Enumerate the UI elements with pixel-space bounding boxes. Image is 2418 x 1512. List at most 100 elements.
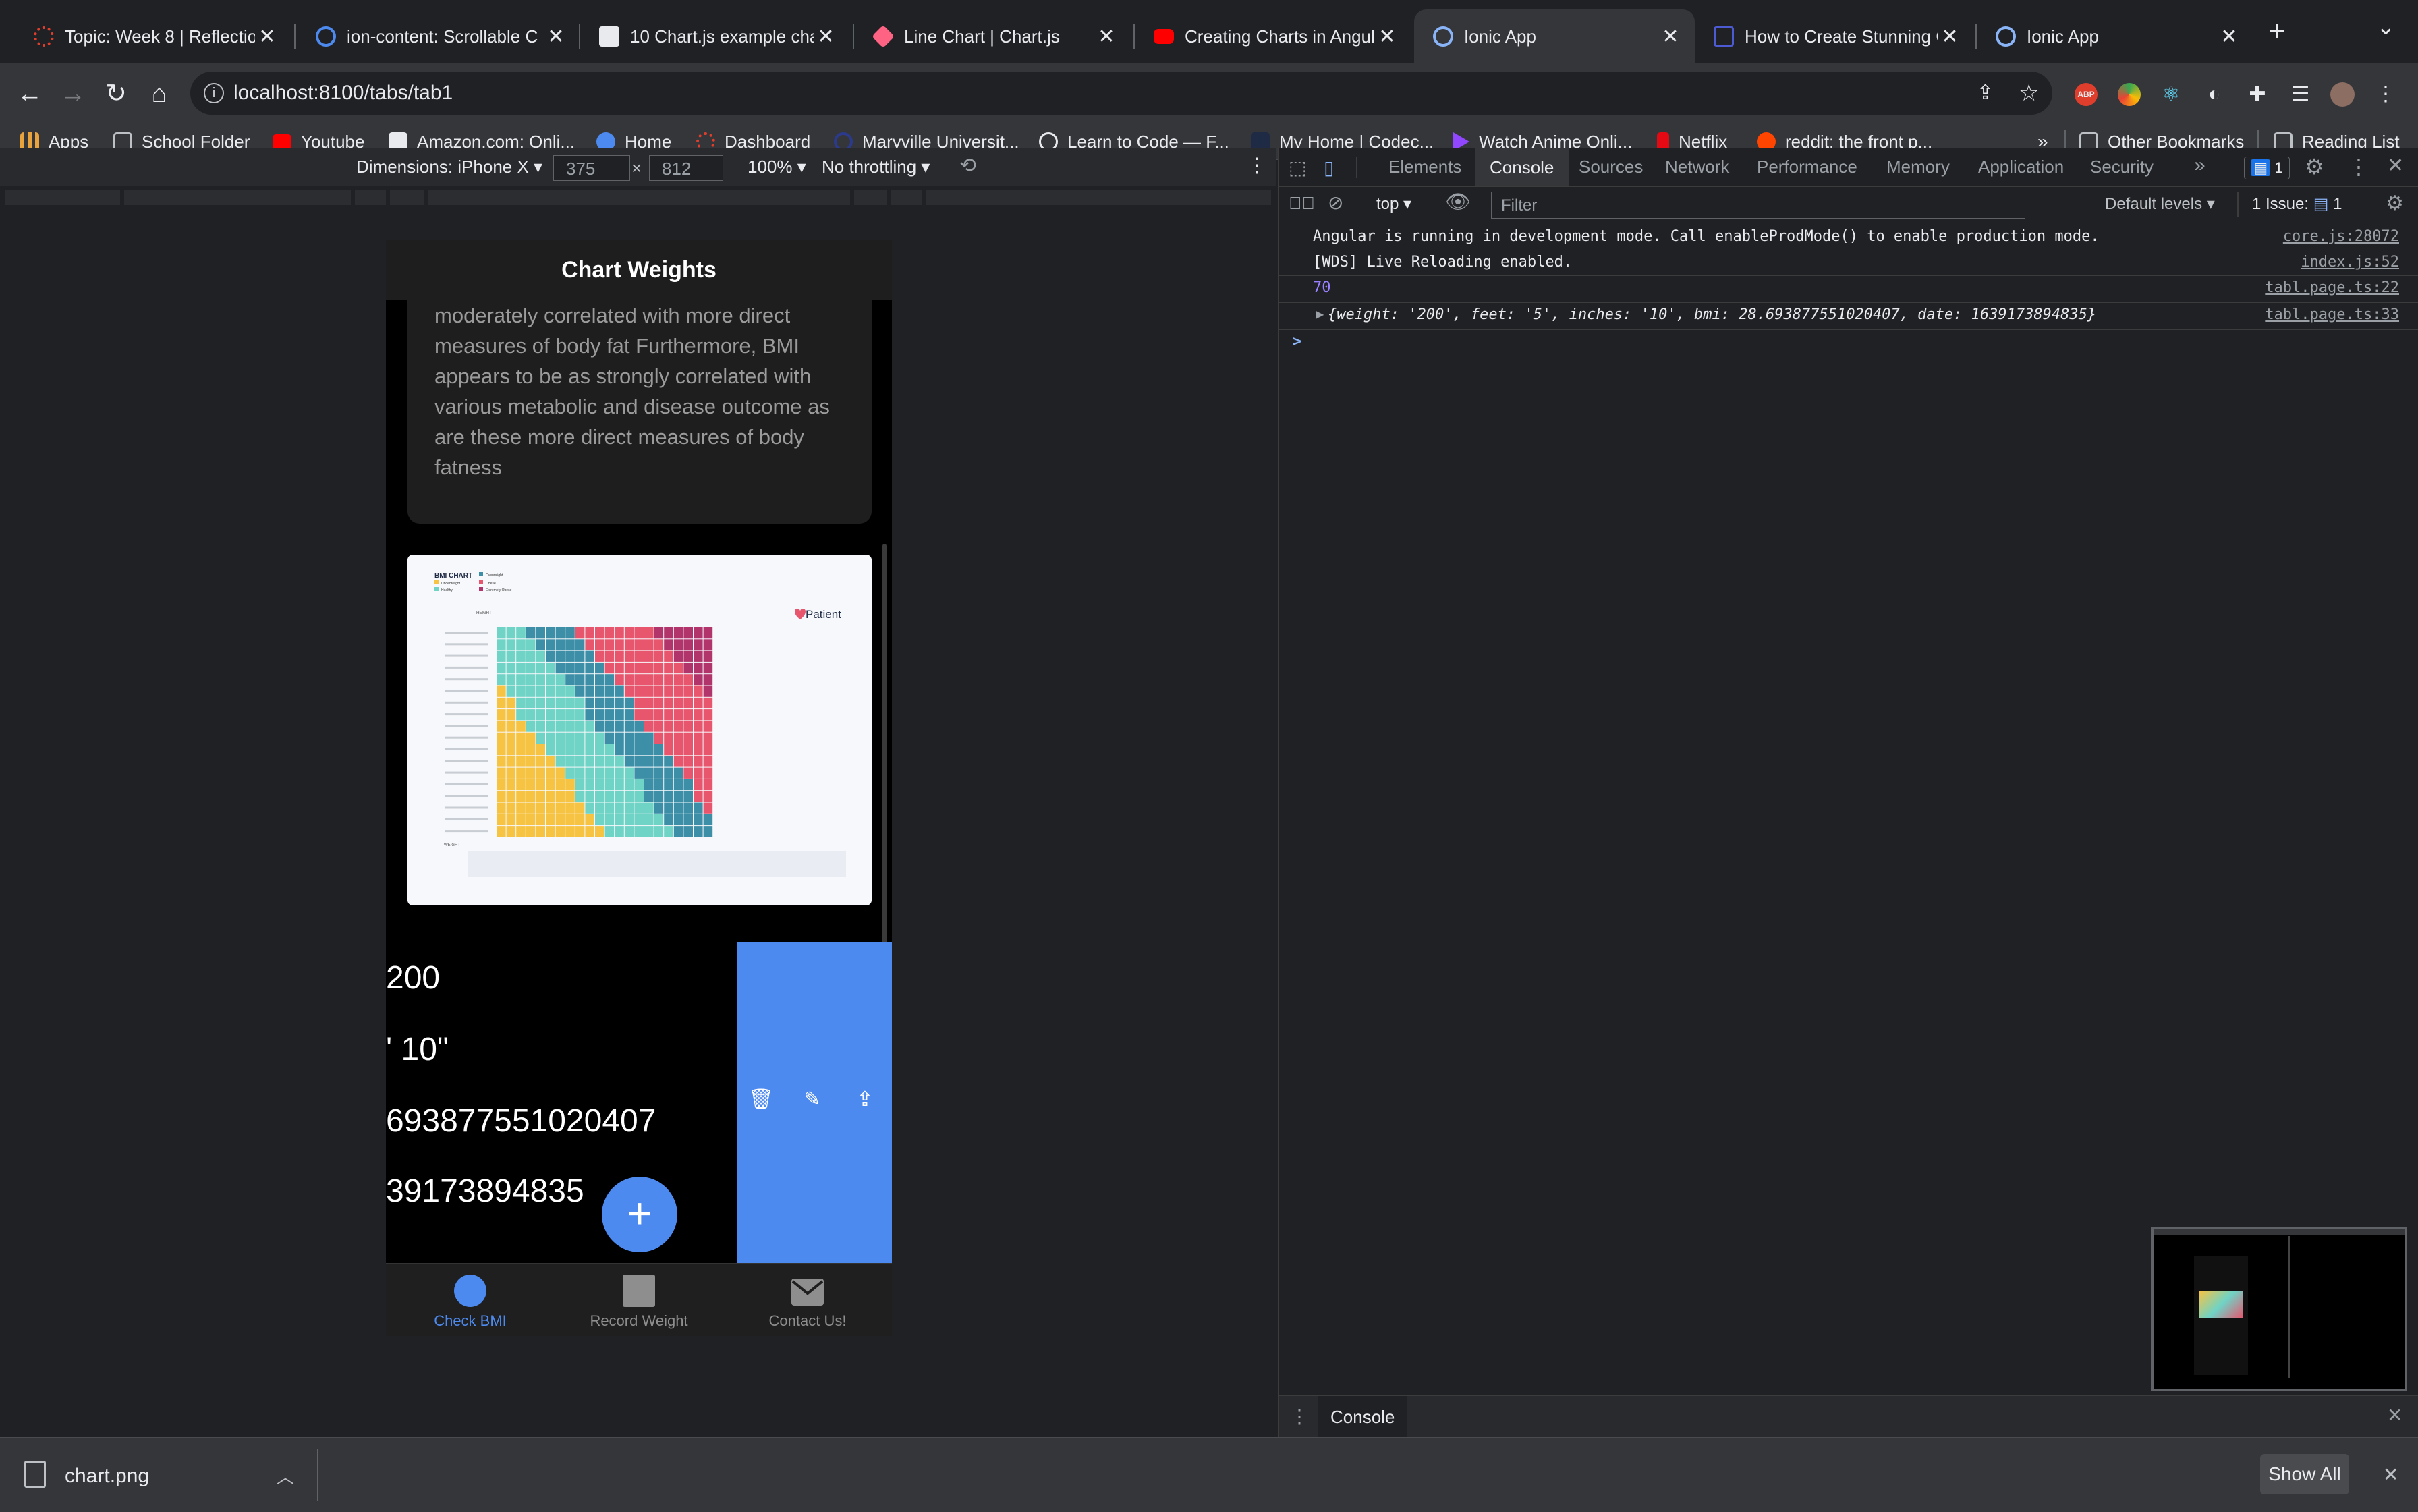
devtools-tab-sources[interactable]: Sources [1579, 157, 1643, 177]
device-options-icon[interactable]: ⋮ [1247, 154, 1267, 177]
close-icon[interactable]: ✕ [814, 25, 838, 49]
download-item[interactable] [24, 1458, 51, 1492]
close-drawer-icon[interactable]: ✕ [2387, 1404, 2402, 1426]
browser-tab[interactable]: How to Create Stunning C ✕ [1695, 9, 1974, 63]
new-tab-button[interactable]: + [2268, 15, 2286, 49]
address-bar[interactable]: i localhost:8100/tabs/tab1 ⇪ ☆ [190, 72, 2052, 115]
console-settings-icon[interactable]: ⚙ [2386, 192, 2404, 215]
height-row-label [445, 678, 488, 681]
drawer-tab-console[interactable]: Console [1318, 1396, 1407, 1438]
device-select[interactable]: Dimensions: iPhone X ▾ [356, 157, 542, 177]
devtools-tab-console[interactable]: Console [1475, 148, 1569, 186]
console-source-link[interactable]: tabl.page.ts:33 [2265, 306, 2399, 323]
bmi-cell [644, 767, 654, 779]
issues-badge[interactable]: ▤ 1 [2244, 157, 2290, 179]
trash-icon[interactable]: 🗑 [748, 1088, 775, 1111]
back-icon[interactable]: ← [13, 78, 46, 109]
devtools-tab-memory[interactable]: Memory [1886, 157, 1950, 177]
close-icon[interactable]: ✕ [1375, 25, 1399, 49]
devtools-tab-elements[interactable]: Elements [1388, 157, 1461, 177]
console-source-link[interactable]: tabl.page.ts:22 [2265, 279, 2399, 296]
width-input[interactable]: 375 [553, 155, 630, 181]
download-filename[interactable]: chart.png [65, 1465, 149, 1488]
zoom-select[interactable]: 100% ▾ [748, 157, 806, 177]
devtools-tab-application[interactable]: Application [1978, 157, 2064, 177]
devtools-tab-security[interactable]: Security [2090, 157, 2154, 177]
device-toggle-icon[interactable]: ▯ [1324, 157, 1334, 179]
bmi-cell [703, 791, 713, 802]
devtools-tab-network[interactable]: Network [1665, 157, 1729, 177]
bmi-cell [673, 650, 683, 662]
browser-tab[interactable]: Topic: Week 8 | Reflectio ✕ [15, 9, 291, 63]
rotate-icon[interactable]: ⟲ [959, 154, 976, 177]
adblock-icon[interactable]: ABP [2075, 83, 2098, 106]
log-levels-select[interactable]: Default levels ▾ [2105, 194, 2215, 214]
browser-tab[interactable]: Ionic App ✕ [1977, 9, 2253, 63]
extensions-puzzle-icon[interactable]: ✚ [2244, 81, 2271, 108]
throttling-select[interactable]: No throttling ▾ [822, 157, 930, 177]
console-source-link[interactable]: index.js:52 [2301, 254, 2399, 271]
live-expression-eye-icon[interactable]: 👁 [1445, 190, 1471, 214]
close-download-bar-icon[interactable]: ✕ [2383, 1463, 2398, 1486]
tab-contact-us[interactable]: Contact Us! [723, 1264, 892, 1336]
add-record-button[interactable]: + [602, 1177, 677, 1252]
download-menu-chevron-icon[interactable]: ︿ [277, 1463, 294, 1488]
close-icon[interactable]: ✕ [255, 25, 279, 49]
drawer-menu-icon[interactable]: ⋮ [1290, 1405, 1309, 1428]
settings-gear-icon[interactable]: ⚙ [2305, 154, 2324, 179]
bmi-cell [526, 779, 536, 791]
devtools-menu-icon[interactable]: ⋮ [2348, 154, 2369, 179]
react-devtools-icon[interactable]: ⚛ [2158, 81, 2185, 108]
devtools-tab-performance[interactable]: Performance [1757, 157, 1857, 177]
site-info-icon[interactable]: i [204, 83, 224, 103]
height-input[interactable]: 812 [649, 155, 723, 181]
issues-counter[interactable]: 1 Issue: ▤ 1 [2252, 194, 2342, 214]
clear-console-icon[interactable]: ⊘ [1328, 192, 1343, 214]
bmi-cell [585, 721, 594, 732]
more-tabs-button[interactable]: » [2194, 154, 2205, 177]
close-devtools-icon[interactable]: ✕ [2387, 154, 2404, 177]
media-queue-icon[interactable]: ☰ [2287, 81, 2314, 108]
extension-icon[interactable] [2118, 83, 2141, 106]
profile-avatar[interactable] [2330, 82, 2355, 107]
close-icon[interactable]: ✕ [2217, 25, 2241, 49]
browser-toolbar: ← → ↻ ⌂ i localhost:8100/tabs/tab1 ⇪ ☆ A… [0, 63, 2418, 124]
share-icon[interactable]: ⇪ [1977, 81, 1994, 105]
browser-tab[interactable]: Creating Charts in Angula ✕ [1135, 9, 1411, 63]
screenshot-thumbnail[interactable] [2151, 1227, 2407, 1391]
bmi-cell [526, 756, 536, 767]
browser-tab-active[interactable]: Ionic App ✕ [1414, 9, 1695, 63]
close-icon[interactable]: ✕ [1094, 25, 1119, 49]
browser-tab[interactable]: Line Chart | Chart.js ✕ [854, 9, 1131, 63]
close-icon[interactable]: ✕ [1938, 25, 1962, 49]
tab-check-bmi[interactable]: Check BMI [386, 1264, 555, 1336]
bmi-cell [703, 639, 713, 650]
bmi-cell [673, 662, 683, 674]
console-object[interactable]: {weight: '200', feet: '5', inches: '10',… [1328, 306, 2096, 323]
tab-search-icon[interactable]: ⌄ [2376, 13, 2396, 40]
context-select[interactable]: top ▾ [1376, 194, 1411, 214]
close-icon[interactable]: ✕ [1658, 25, 1683, 49]
console-source-link[interactable]: core.js:28072 [2283, 228, 2399, 245]
console-filter-input[interactable]: Filter [1491, 192, 2025, 219]
edit-icon[interactable]: ✎ [799, 1088, 826, 1111]
home-icon[interactable]: ⌂ [143, 78, 175, 109]
inspect-element-icon[interactable]: ⬚ [1289, 157, 1306, 179]
chrome-menu-icon[interactable]: ⋮ [2372, 81, 2399, 108]
bmi-cell [694, 791, 703, 802]
video-icon [1714, 26, 1734, 47]
forward-icon[interactable]: → [57, 78, 89, 109]
browser-tab[interactable]: ion-content: Scrollable C ✕ [297, 9, 580, 63]
sidebar-toggle-icon[interactable]: ▷⃞ [1289, 193, 1315, 214]
expand-arrow-icon[interactable]: ▶ [1316, 308, 1324, 321]
bmi-cell [634, 650, 644, 662]
reload-icon[interactable]: ↻ [100, 78, 132, 109]
show-all-downloads-button[interactable]: Show All [2260, 1454, 2349, 1494]
bookmark-star-icon[interactable]: ☆ [2019, 80, 2039, 107]
console-prompt[interactable]: > [1293, 333, 1301, 350]
tab-record-weight[interactable]: Record Weight [555, 1264, 723, 1336]
extension-circle-icon[interactable]: ◐ [2201, 81, 2228, 108]
share-icon[interactable]: ⇪ [851, 1088, 878, 1111]
browser-tab[interactable]: 10 Chart.js example chart ✕ [580, 9, 850, 63]
close-icon[interactable]: ✕ [544, 25, 568, 49]
